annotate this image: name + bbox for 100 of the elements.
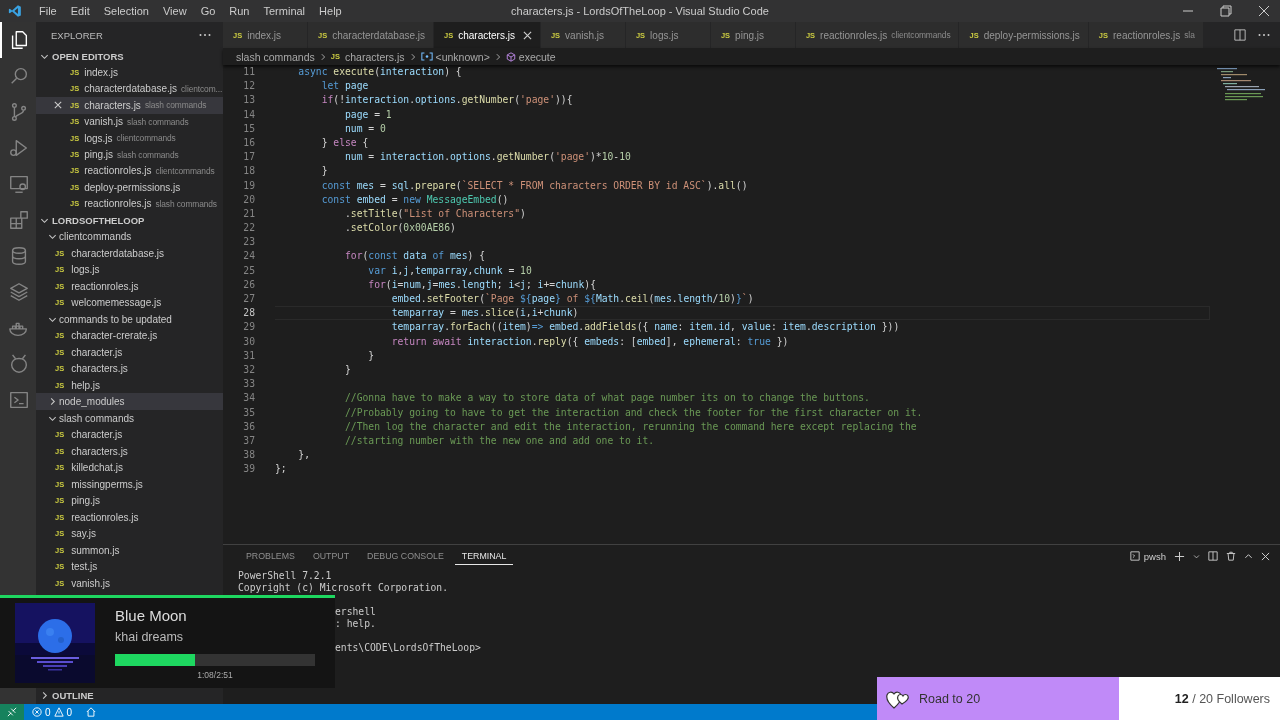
playback-time: 1:08/2:51 <box>196 669 234 680</box>
code-line: return await interaction.reply({ embeds: [embed], ephemeral: true }) <box>390 334 790 349</box>
more-icon[interactable] <box>199 33 211 37</box>
line-number: 24 <box>242 249 256 264</box>
terminal-line: ents\CODE\LordsOfTheLoop> <box>334 642 482 654</box>
more-icon[interactable] <box>1258 33 1270 37</box>
code-line: //Then log the character and edit the interaction, rerunning the command here except replacing the <box>344 419 918 434</box>
menu-item[interactable]: Terminal <box>256 5 313 17</box>
problems-button[interactable]: 0 0 <box>24 706 81 718</box>
code-line: for(const data of mes) { <box>344 249 487 264</box>
menu-item[interactable]: Edit <box>63 5 97 17</box>
line-number: 38 <box>242 448 256 463</box>
terminal-line: Copyright (c) Microsoft Corporation. <box>238 582 449 594</box>
play-bug-icon[interactable] <box>8 137 30 159</box>
code-line: .setTitle("List of Characters") <box>344 206 527 221</box>
terminal-line: PowerShell 7.2.1 <box>238 570 333 582</box>
split-icon[interactable] <box>1208 551 1218 561</box>
close-icon[interactable] <box>522 30 532 40</box>
code-line: num = 0 <box>344 121 387 136</box>
restore-icon[interactable] <box>1220 5 1232 17</box>
menu-item[interactable]: Help <box>312 5 349 17</box>
code-line: }; <box>275 462 288 477</box>
section-header[interactable]: LORDSOFTHELOOP <box>36 211 223 229</box>
line-number: 30 <box>242 334 256 349</box>
section-header[interactable]: OPEN EDITORS <box>36 48 223 65</box>
line-number: 20 <box>242 192 256 207</box>
close-icon[interactable] <box>1261 551 1270 561</box>
chevron-icon <box>408 52 417 61</box>
explorer-folder[interactable]: node_modules <box>36 393 223 410</box>
line-number: 21 <box>242 206 256 221</box>
close-icon[interactable] <box>1258 5 1270 17</box>
panel-tab[interactable]: DEBUG CONSOLE <box>360 547 451 565</box>
split-editor-icon[interactable] <box>1234 29 1246 41</box>
panel-tab[interactable]: TERMINAL <box>454 547 514 565</box>
window-title: characters.js - LordsOfTheLoop - Visual Studio Code <box>511 5 769 17</box>
extensions-icon[interactable] <box>8 209 30 231</box>
line-number: 39 <box>242 462 256 477</box>
explorer-folder[interactable]: clientcommands <box>36 228 223 245</box>
terminal-icon <box>1129 551 1140 561</box>
terminal-name[interactable]: pwsh <box>1143 550 1166 562</box>
antenna-head-icon[interactable] <box>8 353 30 375</box>
brackets-icon <box>420 52 433 61</box>
code-line: temparray = mes.slice(i,i+chunk) <box>275 306 1210 321</box>
line-number: 23 <box>242 235 256 250</box>
chevron-icon <box>318 52 327 61</box>
remote-button[interactable] <box>0 704 24 720</box>
line-number: 37 <box>242 433 256 448</box>
menu-item[interactable]: Go <box>193 5 223 17</box>
monitor-icon[interactable] <box>8 173 30 195</box>
terminal-icon[interactable] <box>8 389 30 411</box>
code-line: page = 1 <box>344 107 393 122</box>
menu-item[interactable]: Run <box>222 5 257 17</box>
explorer-folder[interactable]: slash commands <box>36 409 223 427</box>
line-number: 27 <box>242 292 256 306</box>
line-number: 17 <box>242 150 256 165</box>
code-line: } else { <box>320 135 370 150</box>
chevron-down-icon[interactable] <box>1193 552 1200 560</box>
line-number: 11 <box>242 65 256 79</box>
home-icon[interactable] <box>86 707 97 717</box>
code-line: //Gonna have to make a way to store data of what page number its on to change the buttons. <box>344 391 871 406</box>
breadcrumb-item[interactable]: slash commands <box>236 50 315 63</box>
trash-icon[interactable] <box>1226 551 1236 561</box>
code-line: const mes = sql.prepare(`SELECT * FROM characters ORDER BY id ASC`).all() <box>320 178 749 193</box>
code-line: async execute(interaction) { <box>297 65 463 79</box>
minimap-drawing <box>1215 67 1265 103</box>
chevron-up-icon[interactable] <box>1244 551 1253 561</box>
line-number: 31 <box>242 348 256 363</box>
line-number: 19 <box>242 178 256 193</box>
close-icon[interactable] <box>54 101 62 110</box>
code-line: for(i=num,j=mes.length; i<j; i+=chunk){ <box>367 277 597 292</box>
panel-tab[interactable]: OUTPUT <box>305 547 357 565</box>
menu-item[interactable]: View <box>155 5 194 17</box>
terminal-line: : help. <box>334 618 377 630</box>
explorer-folder[interactable]: commands to be updated <box>36 310 223 328</box>
vscode-logo-icon <box>8 4 22 18</box>
line-number: 28 <box>242 306 256 321</box>
line-number: 35 <box>242 405 256 420</box>
menu-item[interactable]: File <box>32 5 64 17</box>
code-line: embed.setFooter(`Page ${page} of ${Math.ceil(mes.length/10)}`) <box>390 292 755 306</box>
code-line: }, <box>297 448 311 463</box>
code-line: let page <box>320 79 370 94</box>
plus-icon[interactable] <box>1174 550 1185 562</box>
line-number: 14 <box>242 107 256 122</box>
panel-tab[interactable]: PROBLEMS <box>239 547 302 565</box>
terminal-line: ershell <box>334 606 377 618</box>
chevron-icon <box>493 52 502 61</box>
layers-icon[interactable] <box>8 281 30 303</box>
code-line: } <box>344 362 352 377</box>
breadcrumb-item[interactable]: execute <box>505 50 556 63</box>
line-number: 32 <box>242 362 256 377</box>
error-icon <box>32 707 42 717</box>
code-line: //Probably going to have to get the interaction and check the footer for the first character on it. <box>344 405 924 420</box>
breadcrumb-item[interactable]: <unknown> <box>420 50 490 63</box>
menu-item[interactable]: Selection <box>96 5 156 17</box>
code-line: const embed = new MessageEmbed() <box>320 192 510 207</box>
line-number: 13 <box>242 93 256 108</box>
line-number: 18 <box>242 164 256 179</box>
line-number: 22 <box>242 221 256 236</box>
code-line: } <box>367 348 376 363</box>
follower-count: 12 / 20 Followers <box>1174 691 1270 706</box>
